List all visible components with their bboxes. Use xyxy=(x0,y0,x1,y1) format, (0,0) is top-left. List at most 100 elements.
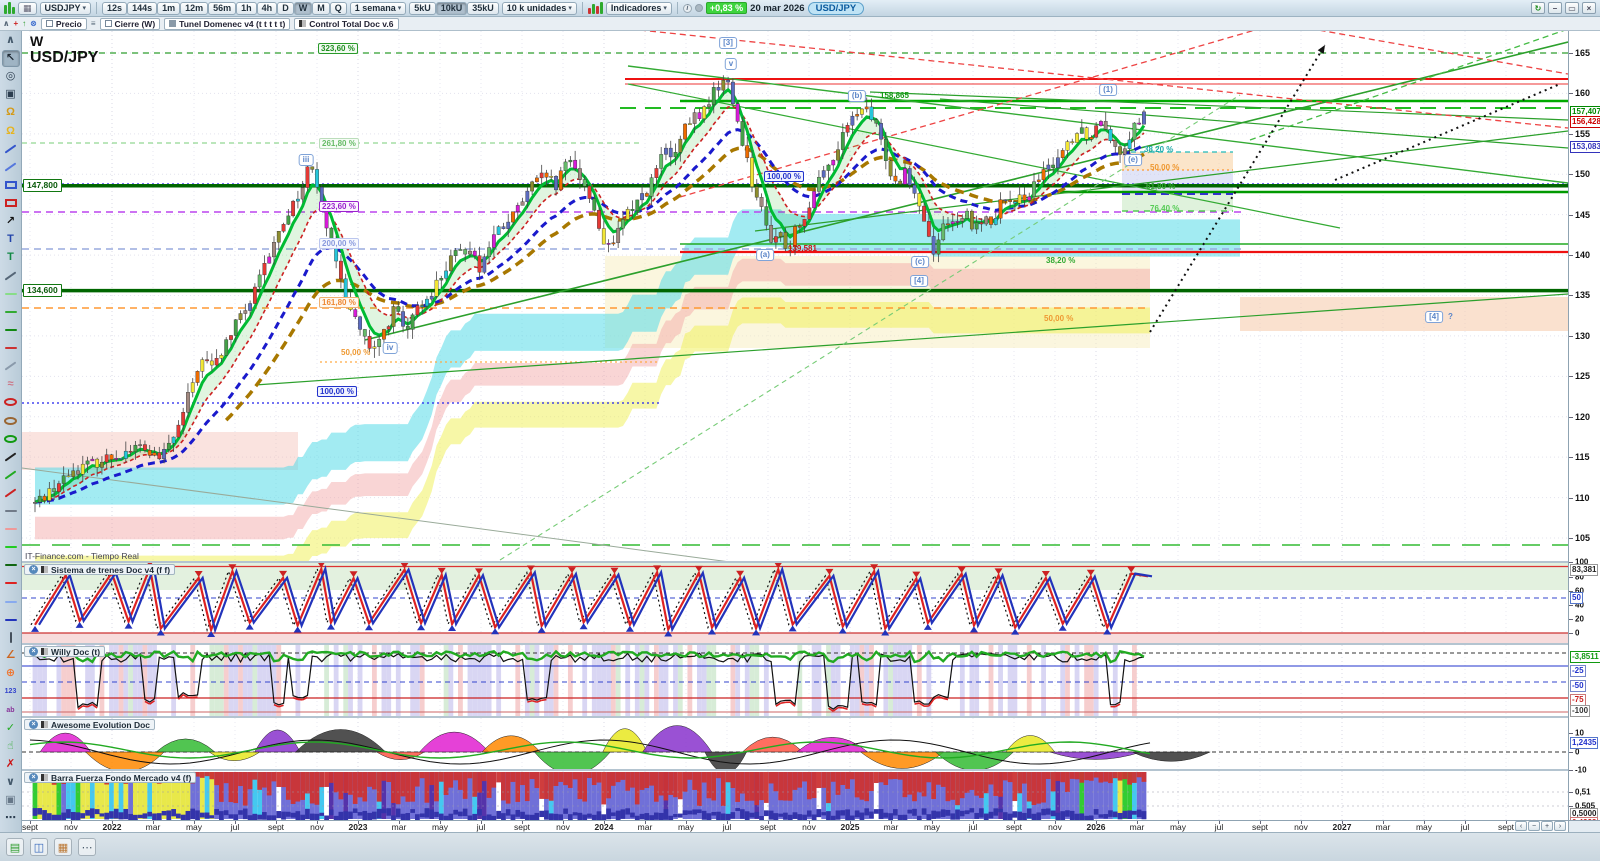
fibonacci-level-label[interactable]: 38,20 % xyxy=(1144,145,1173,154)
fibonacci-level-label[interactable]: 61,80 % xyxy=(1146,182,1175,191)
timeframe-button-56m[interactable]: 56m xyxy=(208,1,237,15)
control-legend-item[interactable]: Control Total Doc v.6 xyxy=(294,17,399,30)
ruler-tool-icon[interactable] xyxy=(2,358,20,375)
more-tools-icon[interactable]: ⋯ xyxy=(2,810,20,827)
fibonacci-level-label[interactable]: 38,20 % xyxy=(1046,256,1075,265)
angle-tool-icon[interactable]: ∠ xyxy=(2,647,20,664)
text-tool-icon[interactable]: T xyxy=(2,231,20,248)
elliott-wave-label[interactable]: [4] xyxy=(910,275,928,287)
elliott-wave-label[interactable]: (e) xyxy=(1124,154,1142,166)
numbers-tool-icon[interactable]: 123 xyxy=(2,683,20,700)
timeframe-button-D[interactable]: D xyxy=(277,1,294,15)
refresh-button[interactable]: ↻ xyxy=(1531,2,1545,14)
chart-canvas[interactable] xyxy=(0,0,1600,861)
fibonacci-level-label[interactable]: 50,00 % xyxy=(1150,163,1179,172)
time-axis[interactable]: sept nov 2022 mar may jul sept nov 2023 mar may jul… xyxy=(22,820,1568,832)
chart-zoom-button-0[interactable]: ‹ xyxy=(1515,821,1527,831)
ellipse-brown-tool-icon[interactable] xyxy=(2,412,20,429)
app-icon-grid[interactable]: ▦ xyxy=(54,838,72,856)
restore-button[interactable]: ▭ xyxy=(1565,2,1579,14)
unit-button-10kU[interactable]: 10kU xyxy=(435,1,468,15)
panel-close-icon[interactable]: × xyxy=(29,647,38,656)
circle-plus-tool-icon[interactable]: ⊕ xyxy=(2,665,20,682)
hline-red-tool-icon[interactable] xyxy=(2,575,20,592)
fibonacci-level-label[interactable]: 161,80 % xyxy=(319,297,359,308)
panel-separator[interactable] xyxy=(0,769,1600,771)
panel-close-icon[interactable]: × xyxy=(29,720,38,729)
hline-green-tool-icon[interactable] xyxy=(2,304,20,321)
fibonacci-level-label[interactable]: 100,00 % xyxy=(764,171,804,182)
panel-separator[interactable] xyxy=(0,643,1600,645)
elliott-wave-label[interactable]: [3] xyxy=(719,37,737,49)
elliott-wave-label[interactable]: (1) xyxy=(1099,84,1117,96)
symbol-select[interactable]: USDJPY ▾ xyxy=(39,1,92,15)
ellipse-red-tool-icon[interactable] xyxy=(2,394,20,411)
timeframe-button-1h[interactable]: 1h xyxy=(236,1,257,15)
panel-header-1[interactable]: × Sistema de trenes Doc v4 (f f) xyxy=(24,564,176,575)
elliott-wave-label[interactable]: (b) xyxy=(847,90,867,102)
tunnel-legend-item[interactable]: Tunel Domenec v4 (t t t t t) xyxy=(164,17,291,30)
hline-darkblue-tool-icon[interactable] xyxy=(2,611,20,628)
hline-gray-tool-icon[interactable] xyxy=(2,503,20,520)
confirm-icon[interactable]: ✓ xyxy=(2,720,20,737)
diagonal-red-tool-icon[interactable] xyxy=(2,484,20,501)
chart-zoom-button-1[interactable]: − xyxy=(1528,821,1540,831)
cursor-tool-icon[interactable]: ↖ xyxy=(1,50,20,68)
price-axis[interactable]: 165 160 155 150 145 140 135 130 125 120 115 110 105 1… xyxy=(1568,31,1600,829)
stamp-icon[interactable]: ▣ xyxy=(2,792,20,809)
diagonal-black-tool-icon[interactable] xyxy=(2,448,20,465)
collapse-panel-icon[interactable]: ∧ xyxy=(3,19,10,28)
fibonacci-level-label[interactable]: 50,00 % xyxy=(341,348,370,357)
overflow-icon[interactable]: ⋯ xyxy=(78,838,96,856)
fibonacci-level-label[interactable]: 223,60 % xyxy=(319,201,359,212)
elliott-wave-label[interactable]: (c) xyxy=(911,256,929,268)
elliott-wave-label[interactable]: (a) xyxy=(756,249,774,261)
hline-pink-tool-icon[interactable] xyxy=(2,521,20,538)
checkbox-icon[interactable] xyxy=(45,20,53,27)
remove-icon[interactable]: ⊗ xyxy=(30,19,37,28)
hline-darkgreen-tool-icon[interactable] xyxy=(2,557,20,574)
diagonal-green-tool-icon[interactable] xyxy=(2,466,20,483)
thumb-up-icon[interactable]: ☝ xyxy=(2,738,20,755)
zoom-tool-icon[interactable]: ◎ xyxy=(2,68,20,85)
checkbox-icon[interactable] xyxy=(104,20,112,27)
elliott-wave-label[interactable]: v xyxy=(724,58,738,70)
timeframe-button-12s[interactable]: 12s xyxy=(102,1,128,15)
panel-close-icon[interactable]: × xyxy=(29,773,38,782)
hline-red-small-tool-icon[interactable] xyxy=(2,340,20,357)
fibonacci-level-label[interactable]: 323,60 % xyxy=(318,43,358,54)
timeframe-button-12m[interactable]: 12m xyxy=(180,1,209,15)
symbol-pill[interactable]: USD/JPY xyxy=(807,1,865,15)
timeframe-button-W[interactable]: W xyxy=(293,1,313,15)
note-tool-icon[interactable]: T xyxy=(2,249,20,266)
panel-separator[interactable] xyxy=(0,716,1600,718)
chart-zoom-button-3[interactable]: › xyxy=(1554,821,1566,831)
timeframe-button-4h[interactable]: 4h xyxy=(256,1,278,15)
fibonacci-level-label[interactable]: 100,00 % xyxy=(317,386,357,397)
fibonacci-level-label[interactable]: 200,00 % xyxy=(319,238,359,249)
vline-tool-icon[interactable] xyxy=(2,629,20,646)
rectangle-blue-tool-icon[interactable] xyxy=(2,177,20,194)
price-legend-item[interactable]: Precio xyxy=(40,17,87,30)
alarm-pointer-icon[interactable]: Ω xyxy=(2,104,20,121)
indicators-button[interactable]: Indicadores ▾ xyxy=(605,1,672,15)
ellipse-green-tool-icon[interactable] xyxy=(2,430,20,447)
chart-zoom-button-2[interactable]: + xyxy=(1541,821,1553,831)
collapse-up-icon[interactable]: ∧ xyxy=(2,32,20,49)
timeframe-button-M[interactable]: M xyxy=(312,1,330,15)
minimize-button[interactable]: – xyxy=(1548,2,1562,14)
add-icon[interactable]: + xyxy=(14,19,19,28)
segment-tool-icon[interactable] xyxy=(2,159,20,176)
hline-darkgreen2-tool-icon[interactable] xyxy=(2,322,20,339)
panel-header-2[interactable]: × Willy Doc (t) xyxy=(24,646,106,657)
app-icon-window[interactable]: ◫ xyxy=(30,838,48,856)
channel-tool-icon[interactable]: ≈ xyxy=(2,376,20,393)
fibonacci-level-label[interactable]: 50,00 % xyxy=(1044,314,1073,323)
unit-button-35kU[interactable]: 35kU xyxy=(467,1,499,15)
list-icon[interactable]: ≡ xyxy=(91,19,96,28)
app-icon-chart[interactable]: ▤ xyxy=(6,838,24,856)
up-arrow-icon[interactable]: ↑ xyxy=(22,19,26,28)
horizontal-level-price-box[interactable]: 147,800 xyxy=(23,179,62,192)
fibonacci-level-label[interactable]: 76,40 % xyxy=(1150,204,1179,213)
panel-separator[interactable] xyxy=(0,561,1600,563)
